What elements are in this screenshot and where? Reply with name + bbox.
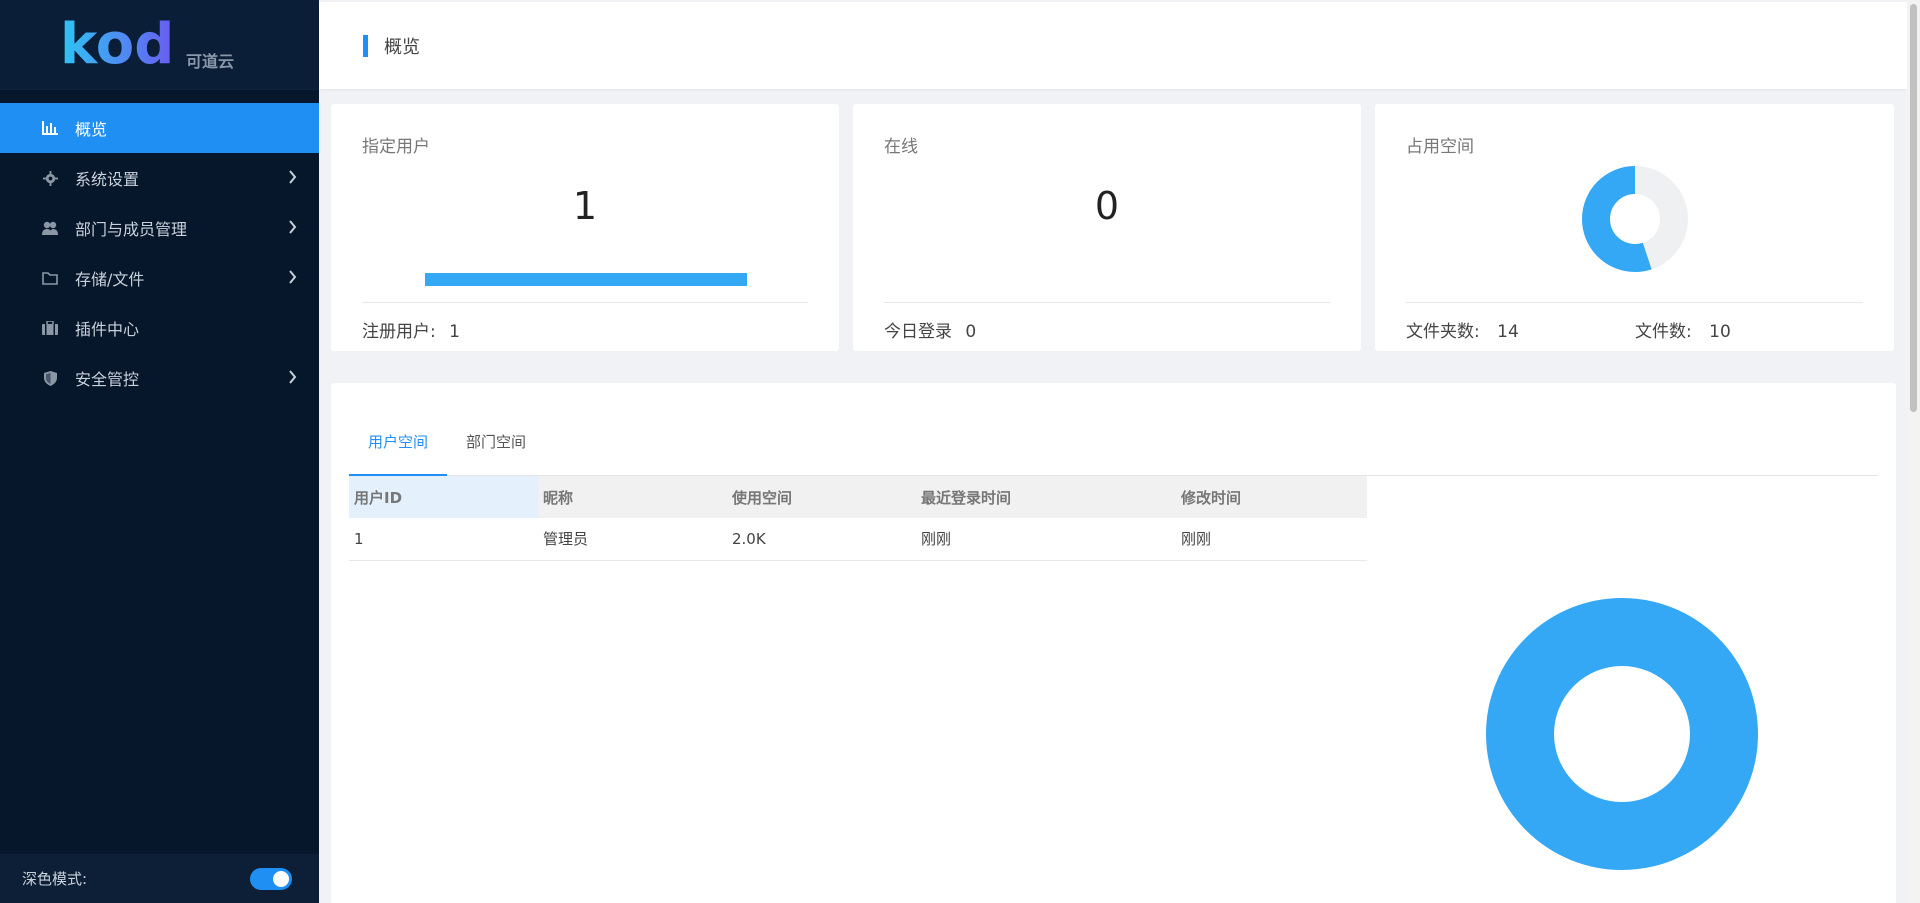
- tab-bar: 用户空间 部门空间: [349, 407, 1878, 477]
- footer-value: 1: [449, 322, 460, 342]
- donut-slice-admin: [1486, 598, 1758, 870]
- folders-value: 14: [1497, 322, 1519, 342]
- logo[interactable]: kod 可道云: [0, 0, 319, 90]
- files-stat: 文件数: 10: [1635, 317, 1731, 342]
- column-header-last-login[interactable]: 最近登录时间: [916, 476, 1176, 518]
- column-header-used-space[interactable]: 使用空间: [727, 476, 916, 518]
- card-footer: 今日登录 0: [884, 317, 976, 342]
- chevron-right-icon: [288, 219, 297, 238]
- tab-department-space[interactable]: 部门空间: [447, 407, 545, 476]
- table-header-row: 用户ID 昵称 使用空间 最近登录时间 修改时间: [349, 476, 1367, 518]
- gear-icon: [42, 170, 58, 186]
- title-accent-bar: [363, 34, 368, 57]
- logo-subtitle: 可道云: [186, 52, 234, 71]
- sidebar: kod 可道云 概览 系统设置 部门与成员管理 存储/文件 插件中心 安全管控 …: [0, 0, 319, 903]
- column-header-modified[interactable]: 修改时间: [1176, 476, 1367, 518]
- sidebar-item-label: 插件中心: [75, 320, 140, 339]
- card-value: 1: [572, 184, 598, 228]
- cell-user-id: 1: [349, 518, 538, 561]
- card-footer: 注册用户: 1: [362, 317, 460, 342]
- footer-value: 0: [965, 322, 977, 342]
- dark-mode-label: 深色模式:: [22, 870, 88, 888]
- chevron-right-icon: [288, 169, 297, 188]
- sidebar-item-label: 概览: [75, 120, 108, 139]
- space-panel: 用户空间 部门空间 用户ID 昵称 使用空间 最近登录时间 修改时间 1 管理员: [331, 383, 1896, 903]
- sidebar-item-label: 安全管控: [75, 370, 140, 389]
- dark-mode-bar: 深色模式:: [0, 854, 319, 903]
- cell-used-space: 2.0K: [727, 518, 916, 561]
- sidebar-item-overview[interactable]: 概览: [0, 103, 319, 153]
- kod-logo-icon: kod 可道云: [60, 13, 234, 77]
- app-root: kod 可道云 概览 系统设置 部门与成员管理 存储/文件 插件中心 安全管控 …: [0, 0, 1920, 903]
- page-title: 概览: [384, 36, 420, 58]
- space-donut-chart: [1582, 166, 1688, 272]
- shield-icon: [42, 370, 58, 386]
- sidebar-item-departments[interactable]: 部门与成员管理: [0, 203, 319, 253]
- card-divider: [884, 302, 1330, 303]
- card-title: 在线: [884, 137, 918, 157]
- tab-user-space[interactable]: 用户空间: [349, 407, 448, 477]
- folder-icon: [42, 270, 58, 286]
- sidebar-item-label: 存储/文件: [75, 270, 145, 289]
- column-header-nickname[interactable]: 昵称: [538, 476, 727, 518]
- footer-label: 注册用户:: [362, 322, 436, 342]
- card-divider: [1406, 302, 1863, 303]
- cell-nickname: 管理员: [538, 518, 727, 561]
- sidebar-item-security[interactable]: 安全管控: [0, 353, 319, 403]
- footer-label: 今日登录: [884, 322, 952, 342]
- sidebar-item-label: 系统设置: [75, 170, 140, 189]
- card-footer: 文件夹数: 14 文件数: 10: [1406, 317, 1866, 342]
- toggle-knob: [273, 871, 289, 887]
- card-title: 占用空间: [1406, 137, 1474, 157]
- user-space-table: 用户ID 昵称 使用空间 最近登录时间 修改时间 1 管理员 2.0K 刚刚 刚…: [349, 476, 1367, 561]
- users-icon: [42, 220, 58, 236]
- scrollbar[interactable]: [1907, 0, 1920, 903]
- files-label: 文件数:: [1635, 322, 1692, 342]
- cell-modified: 刚刚: [1176, 518, 1367, 561]
- scrollbar-thumb[interactable]: [1910, 4, 1917, 412]
- table-row[interactable]: 1 管理员 2.0K 刚刚 刚刚: [349, 518, 1367, 561]
- folders-label: 文件夹数:: [1406, 322, 1480, 342]
- briefcase-icon: [42, 320, 58, 336]
- stat-card-online: 在线 0 今日登录 0: [853, 104, 1361, 351]
- logo-text: kod: [60, 13, 174, 77]
- dark-mode-toggle[interactable]: [250, 868, 292, 890]
- card-divider: [362, 302, 808, 303]
- chevron-right-icon: [288, 369, 297, 388]
- progress-fill: [425, 273, 747, 286]
- sidebar-menu: 概览 系统设置 部门与成员管理 存储/文件 插件中心 安全管控: [0, 103, 319, 403]
- bar-chart-icon: [42, 120, 58, 136]
- sidebar-item-storage[interactable]: 存储/文件: [0, 253, 319, 303]
- stat-card-users: 指定用户 1 注册用户: 1: [331, 104, 839, 351]
- card-value: 0: [1094, 184, 1120, 228]
- page-header: 概览: [319, 2, 1907, 89]
- sidebar-item-label: 部门与成员管理: [75, 220, 188, 239]
- sidebar-item-system-settings[interactable]: 系统设置: [0, 153, 319, 203]
- stat-card-space: 占用空间 文件夹数: 14 文件数: 10: [1375, 104, 1894, 351]
- column-header-user-id[interactable]: 用户ID: [349, 476, 538, 518]
- sidebar-item-plugins[interactable]: 插件中心: [0, 303, 319, 353]
- files-value: 10: [1709, 322, 1731, 342]
- chevron-right-icon: [288, 269, 297, 288]
- cell-last-login: 刚刚: [916, 518, 1176, 561]
- user-space-donut-chart: [1486, 598, 1758, 870]
- users-progress-bar: [425, 273, 747, 286]
- card-title: 指定用户: [362, 137, 430, 157]
